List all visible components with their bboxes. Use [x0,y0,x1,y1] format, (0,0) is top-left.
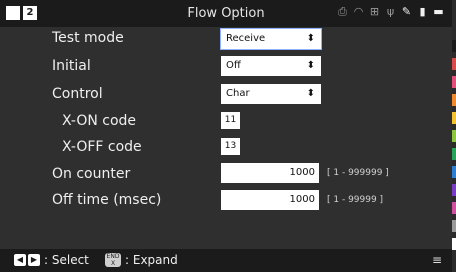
color-swatch [452,40,456,52]
bottom-bar: ◀ ▶ : Select END X : Expand ≡ [0,249,452,272]
color-swatch [452,220,456,232]
test-mode-select[interactable]: Receive ⬍ [220,28,322,50]
main-screen: 2 Flow Option ⎙ ◠ ⊞ ψ ✎ ▮ ▬ Test mode Re… [0,0,452,272]
wifi-icon: ◠ [353,5,364,18]
color-swatch [452,94,456,106]
off-time-input[interactable]: 1000 [221,190,319,210]
xoff-label: X-OFF code [62,139,142,155]
updown-chevron-icon: ⬍ [306,60,315,71]
off-time-label: Off time (msec) [52,192,162,208]
title-bar: 2 Flow Option ⎙ ◠ ⊞ ψ ✎ ▮ ▬ [0,0,452,27]
color-strip [452,0,456,272]
color-swatch [452,130,456,142]
end-key-icon[interactable]: END X [105,253,121,267]
menu-icon[interactable]: ≡ [432,253,442,267]
control-select[interactable]: Char ⬍ [221,84,321,104]
color-swatch [452,58,456,70]
updown-chevron-icon: ⬍ [306,33,315,44]
left-arrow-key-icon[interactable]: ◀ [14,254,26,266]
color-swatch [452,166,456,178]
xoff-code-field[interactable]: 13 [221,138,240,155]
updown-chevron-icon: ⬍ [306,88,315,99]
end-key-x: X [110,260,116,267]
off-time-range: [ 1 - 99999 ] [327,195,384,205]
select-hint: : Select [44,253,89,267]
printer-icon: ⎙ [338,5,347,18]
color-swatch [452,112,456,124]
sd-card-icon: ▮ [419,5,426,18]
status-icons: ⎙ ◠ ⊞ ψ ✎ ▮ ▬ [337,5,444,19]
control-label: Control [52,86,103,102]
network-icon: ⊞ [369,5,380,18]
initial-select[interactable]: Off ⬍ [221,56,321,76]
color-swatch [452,202,456,214]
test-mode-value: Receive [226,33,266,44]
initial-value: Off [226,60,241,71]
tool-icon: ✎ [401,5,412,18]
initial-label: Initial [52,58,91,74]
control-value: Char [226,88,250,99]
color-swatch [452,184,456,196]
on-counter-range: [ 1 - 999999 ] [327,168,389,178]
xon-label: X-ON code [62,113,137,129]
usb-icon: ψ [386,5,395,18]
xon-code-field[interactable]: 11 [221,112,240,129]
color-swatch [452,148,456,160]
test-mode-label: Test mode [52,30,124,46]
color-swatch [452,76,456,88]
on-counter-input[interactable]: 1000 [221,163,319,183]
expand-hint: : Expand [125,253,178,267]
end-key-label: END [106,253,120,260]
on-counter-label: On counter [52,166,131,182]
battery-icon: ▬ [433,5,444,18]
right-arrow-key-icon[interactable]: ▶ [28,254,40,266]
color-swatch [452,238,456,250]
